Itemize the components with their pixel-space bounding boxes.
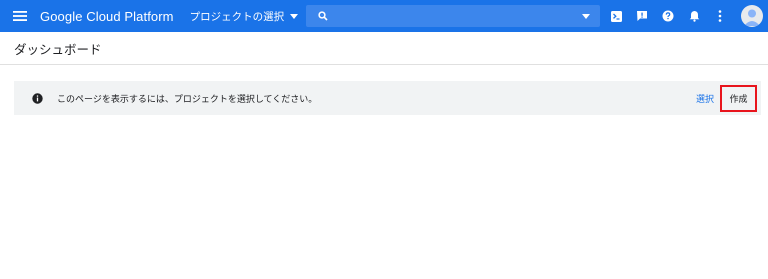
- banner-actions: 選択 作成: [696, 84, 761, 112]
- chevron-down-icon: [290, 13, 299, 19]
- search-dropdown-icon[interactable]: [582, 13, 590, 19]
- search-bar[interactable]: [306, 5, 600, 27]
- feedback-icon[interactable]: [629, 0, 655, 32]
- search-icon: [318, 11, 328, 21]
- header-actions: [603, 0, 768, 32]
- select-project-banner: このページを表示するには、プロジェクトを選択してください。 選択 作成: [14, 81, 761, 115]
- banner-message: このページを表示するには、プロジェクトを選択してください。: [57, 94, 318, 105]
- hamburger-menu-icon[interactable]: [4, 0, 36, 32]
- bell-icon[interactable]: [681, 0, 707, 32]
- select-project-link[interactable]: 選択: [696, 92, 714, 105]
- more-vert-icon[interactable]: [707, 0, 733, 32]
- top-app-bar: Google Cloud Platform プロジェクトの選択: [0, 0, 768, 32]
- info-icon: [32, 92, 43, 104]
- page-header: ダッシュボード: [0, 32, 768, 65]
- search-input[interactable]: [336, 5, 582, 27]
- project-picker[interactable]: プロジェクトの選択: [190, 9, 299, 24]
- help-icon[interactable]: [655, 0, 681, 32]
- app-brand[interactable]: Google Cloud Platform: [40, 9, 174, 24]
- create-project-button[interactable]: 作成: [720, 84, 757, 112]
- avatar-icon[interactable]: [741, 5, 763, 27]
- page-title: ダッシュボード: [14, 41, 102, 57]
- cloud-shell-icon[interactable]: [603, 0, 629, 32]
- project-picker-label: プロジェクトの選択: [189, 10, 285, 23]
